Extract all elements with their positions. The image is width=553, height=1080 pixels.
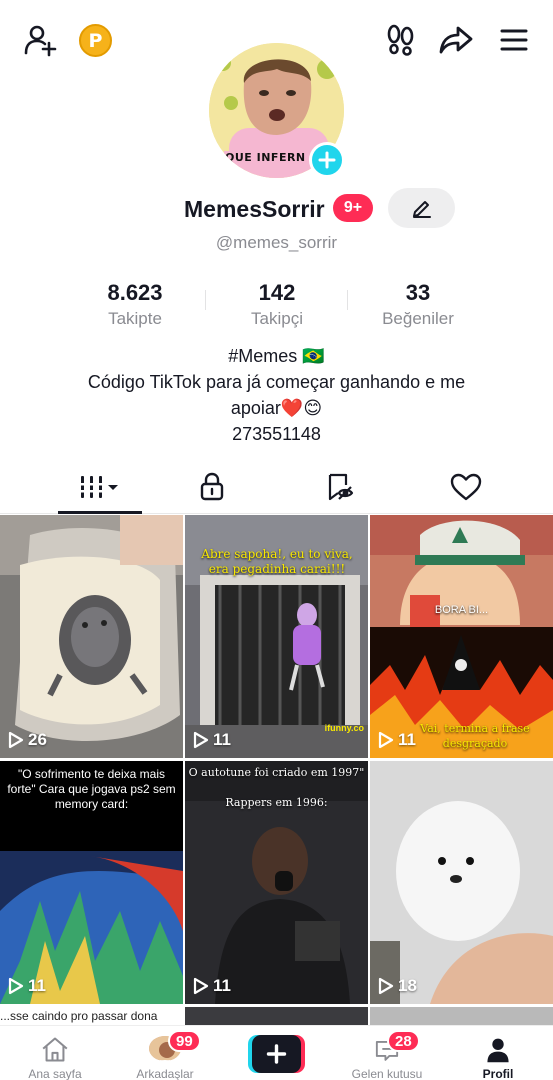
bio: #Memes 🇧🇷 Código TikTok para já começar … [40,343,513,447]
video-thumbnail[interactable]: "O sofrimento te deixa mais forte" Cara … [0,761,183,1004]
nav-inbox[interactable]: Gelen kutusu 28 [332,1026,442,1080]
video-caption: Vai, termina a frase desgraçado [420,722,530,750]
active-tab-indicator [58,511,142,514]
name-row: MemesSorrir 9+ [0,188,553,228]
play-icon [193,977,209,995]
play-icon [8,977,24,995]
play-icon [8,731,24,749]
video-caption: "O sofrimento te deixa mais forte" Cara … [7,767,176,811]
view-count-label: 11 [28,976,46,995]
view-count-label: 18 [398,976,417,995]
repost-icon [328,473,354,501]
view-count: 11 [193,730,231,750]
nav-profile[interactable]: Profil [443,1026,553,1080]
video-caption-secondary: Rappers em 1996: [225,796,328,809]
bio-line: Código TikTok para já começar ganhando e… [87,372,466,392]
video-thumbnail-partial[interactable] [185,1007,368,1025]
coin-icon[interactable]: P [79,24,112,57]
partial-caption: ...sse caindo pro passar dona [0,1009,158,1023]
video-thumbnail[interactable]: Abre sapoha!, eu to viva, era pegadinha … [185,515,368,758]
stat-label: Beğeniler [382,309,454,328]
video-caption: Abre sapoha!, eu to viva, era pegadinha … [201,547,353,576]
home-icon [42,1037,68,1062]
view-count: 11 [378,730,416,750]
view-count: 11 [8,976,46,996]
nav-home[interactable]: Ana sayfa [0,1026,110,1080]
profile-icon [487,1038,509,1063]
video-thumbnail[interactable]: BORA BI... Vai, termina a frase desgraça… [370,515,553,758]
tab-private[interactable] [162,462,262,512]
view-count: 26 [8,730,47,750]
plus-icon [318,151,336,169]
view-count: 11 [193,976,231,996]
video-thumbnail-partial[interactable]: ...sse caindo pro passar dona [0,1007,183,1025]
edit-profile-button[interactable] [388,188,455,228]
friends-badge: 99 [168,1030,201,1052]
stat-value: 142 [258,280,296,305]
share-icon[interactable] [436,20,476,60]
bio-line: #Memes 🇧🇷 [228,346,325,366]
content-tabs [0,462,553,514]
nav-friends[interactable]: Arkadaşlar 99 [110,1026,220,1080]
video-thumbnail[interactable]: O autotune foi criado em 1997" Rappers e… [185,761,368,1004]
watermark: ifunny.co [324,723,364,733]
user-handle: @memes_sorrir [215,233,338,252]
view-count-label: 26 [28,730,47,749]
notification-badge[interactable]: 9+ [333,194,373,222]
view-count-label: 11 [213,730,231,749]
profile-stats: 8.623 Takipte 142 Takipçi 33 Beğeniler [0,280,553,330]
stat-following[interactable]: 8.623 Takipte [65,280,205,329]
pencil-icon [412,201,431,218]
footprints-icon[interactable] [381,20,421,60]
inbox-badge: 28 [387,1030,420,1052]
stat-followers[interactable]: 142 Takipçi [207,280,347,329]
tab-reposts[interactable] [290,462,390,512]
play-icon [378,731,394,749]
play-icon [193,731,209,749]
video-thumbnail[interactable]: 26 [0,515,183,758]
stat-label: Takipçi [251,309,303,328]
nav-inbox-label: Gelen kutusu [351,1067,423,1080]
add-avatar-button[interactable] [309,142,345,178]
view-count-label: 11 [213,976,231,995]
view-count-label: 11 [398,730,416,749]
stat-divider [205,290,206,310]
video-thumbnail-partial[interactable] [370,1007,553,1025]
nav-home-label: Ana sayfa [28,1067,82,1080]
create-button[interactable] [248,1035,305,1073]
tab-liked[interactable] [416,462,516,512]
stat-value: 33 [405,280,431,305]
coin-letter: P [88,29,103,52]
grid-icon [81,476,118,498]
stat-value: 8.623 [107,280,163,305]
bio-line: apoiar❤️😊 [230,398,323,418]
nav-profile-label: Profil [482,1067,514,1080]
bio-line: 273551148 [232,424,321,444]
username: MemesSorrir [184,196,325,222]
play-icon [378,977,394,995]
video-thumbnail[interactable]: 18 [370,761,553,1004]
heart-icon [450,473,482,501]
add-friend-icon[interactable] [20,20,60,60]
lock-icon [200,472,224,501]
avatar-caption: QUE INFERN [225,151,306,164]
video-caption-top: BORA BI... [434,604,489,616]
view-count: 18 [378,976,417,996]
stat-likes[interactable]: 33 Beğeniler [348,280,488,329]
bottom-navigation: Ana sayfa Arkadaşlar 99 Gelen kutusu 28 … [0,1025,553,1080]
menu-icon[interactable] [494,20,534,60]
tab-videos[interactable] [50,462,150,512]
video-caption: O autotune foi criado em 1997" [188,766,365,779]
nav-friends-label: Arkadaşlar [136,1067,194,1080]
stat-label: Takipte [108,309,162,328]
